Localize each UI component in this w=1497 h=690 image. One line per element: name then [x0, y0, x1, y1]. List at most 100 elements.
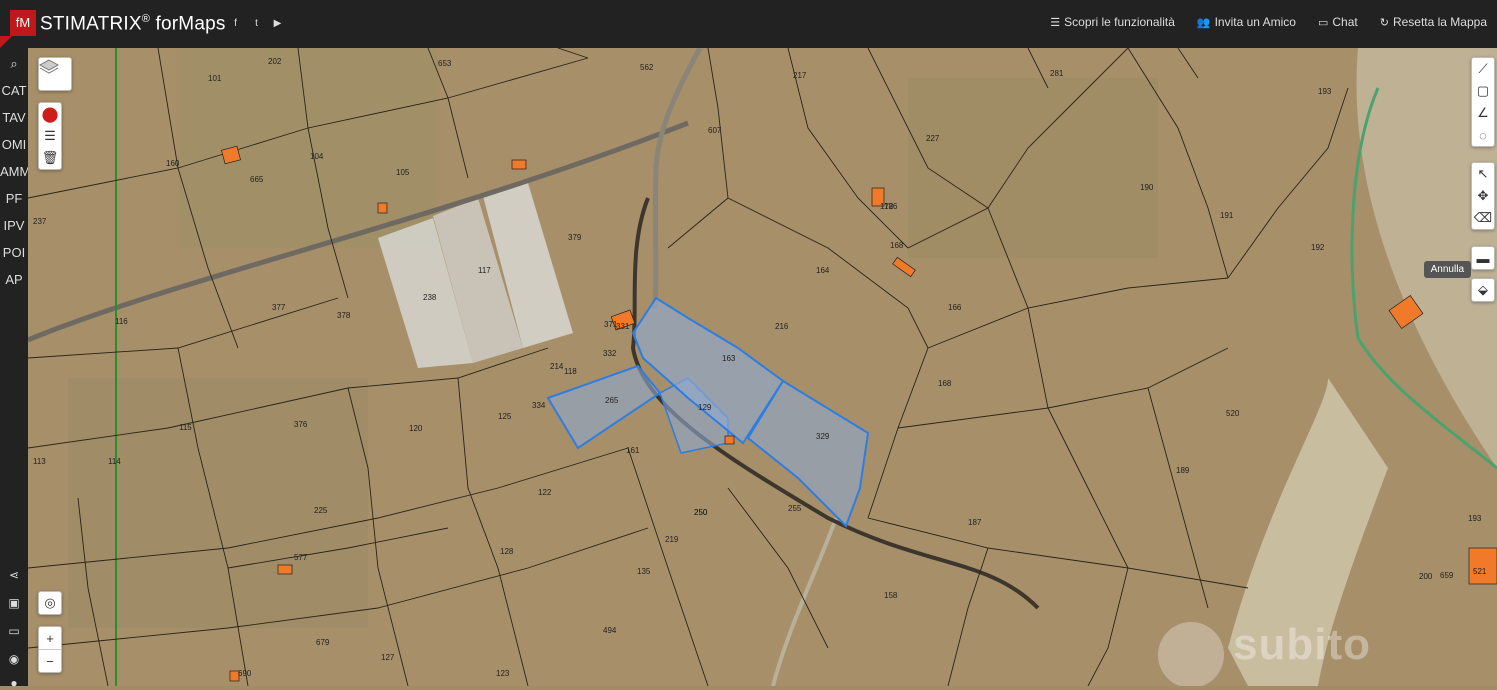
parcel-label: 653	[438, 59, 452, 68]
nav-reset[interactable]: ↻ Resetta la Mappa	[1380, 15, 1487, 29]
move-icon: ✥	[1477, 188, 1489, 203]
edit-button[interactable]: ↖	[1472, 163, 1494, 185]
building-2	[377, 202, 388, 214]
parcel-label: 679	[316, 638, 330, 647]
map-view[interactable]: 202 101 653 562 217 281 193 160 665 104 105 607 227 2…	[28, 48, 1497, 686]
parcel-label: 237	[33, 217, 47, 226]
eye-icon[interactable]: ◉	[0, 652, 28, 666]
nav-features[interactable]: ☰ Scopri le funzionalità	[1050, 15, 1175, 29]
folder-icon[interactable]: ▭	[0, 624, 28, 638]
delete-button[interactable]: 🗑	[39, 147, 61, 169]
twitter-icon[interactable]: t	[251, 18, 262, 29]
sidebar-item-tav[interactable]: TAV	[0, 104, 28, 131]
parcel-label: 193	[1468, 514, 1482, 523]
marker-button[interactable]: ⬤	[39, 103, 61, 125]
parcel-label: 659	[1440, 571, 1454, 580]
map-pin-icon: ⬤	[41, 106, 59, 123]
parcel-label: 520	[1226, 409, 1240, 418]
sidebar-item-poi[interactable]: POI	[0, 239, 28, 266]
parcel-label: 160	[166, 159, 180, 168]
map-canvas[interactable]: 202 101 653 562 217 281 193 160 665 104 105 607 227 2…	[28, 48, 1497, 686]
parcel-label: 281	[1050, 69, 1064, 78]
measure-line-button[interactable]: ⟋	[1472, 58, 1494, 80]
parcel-label: 158	[884, 591, 898, 600]
parcel-label: 114	[108, 457, 121, 466]
settings-icon[interactable]: ●	[0, 676, 28, 690]
parcel-label: 168	[938, 379, 952, 388]
parcel-label: 371	[604, 320, 618, 329]
building-8	[1468, 547, 1497, 585]
parcel-label: 331	[616, 322, 630, 331]
parcel-label: 115	[179, 423, 192, 432]
ruler-button[interactable]: ▬	[1471, 246, 1495, 270]
zoom-out-button[interactable]: −	[39, 650, 61, 672]
parcel-label: 163	[722, 354, 736, 363]
parcel-label: 329	[816, 432, 830, 441]
sidebar-item-pf[interactable]: PF	[0, 185, 28, 212]
youtube-icon[interactable]: ▶	[272, 18, 283, 29]
users-icon: 👥	[1196, 16, 1211, 29]
nav-invite-label: Invita un Amico	[1214, 15, 1296, 29]
undo-button[interactable]: ⌫	[1472, 207, 1494, 229]
fill-button[interactable]: ⬙	[1471, 278, 1495, 302]
paint-bucket-icon: ⬙	[1478, 282, 1488, 297]
measure-area-button[interactable]: ▢	[1472, 80, 1494, 102]
watermark-text: subito	[1233, 620, 1371, 669]
brand-suffix: forMaps	[150, 13, 226, 35]
measure-toolbar: ⟋ ▢ ∠ ◌	[1471, 57, 1495, 147]
parcel-label: 216	[775, 322, 789, 331]
polygon-icon: ▢	[1476, 83, 1490, 98]
circle-icon: ◌	[1479, 127, 1487, 143]
list-icon: ☰	[1050, 16, 1061, 29]
locate-button[interactable]: ◎	[38, 591, 62, 615]
sidebar-item-omi[interactable]: OMI	[0, 131, 28, 158]
parcel-label: 334	[532, 401, 546, 410]
parcel-label: 122	[538, 488, 552, 497]
parcel-label: 238	[423, 293, 437, 302]
eraser-icon: ⌫	[1473, 210, 1493, 225]
field-area-3	[68, 378, 368, 628]
brand-reg: ®	[141, 13, 151, 25]
parcel-label: 125	[498, 412, 512, 421]
chat-icon: ▭	[1317, 16, 1329, 29]
zoom-in-button[interactable]: +	[39, 627, 61, 650]
parcel-label: 577	[294, 553, 308, 562]
app-logo[interactable]: fM	[10, 10, 36, 36]
nav-chat-label: Chat	[1332, 15, 1358, 29]
parcel-label: 104	[310, 152, 324, 161]
parcel-label: 332	[603, 349, 617, 358]
undo-tooltip: Annulla	[1423, 261, 1471, 278]
parcel-label: 202	[268, 57, 282, 66]
move-button[interactable]: ✥	[1472, 185, 1494, 207]
parcel-label: 376	[294, 420, 308, 429]
sidebar-item-amm[interactable]: AMM	[0, 158, 30, 185]
search-icon[interactable]: ⌕	[0, 50, 28, 77]
parcel-label: 164	[816, 266, 830, 275]
measure-circle-button[interactable]: ◌	[1472, 124, 1494, 146]
parcel-label: 127	[381, 653, 395, 662]
trash-icon: 🗑	[41, 150, 59, 165]
brand-title: STIMATRIX® forMaps	[40, 13, 226, 35]
nav-invite[interactable]: 👥 Invita un Amico	[1197, 15, 1296, 29]
logo-fold	[0, 36, 12, 48]
parcel-label: 190	[1140, 183, 1154, 192]
sidebar-item-cat[interactable]: CAT	[0, 77, 28, 104]
share-icon[interactable]: ⋖	[0, 568, 28, 582]
list-button[interactable]: ☰	[39, 125, 61, 147]
top-bar: fM STIMATRIX® forMaps f t ▶ ☰ Scopri le f…	[0, 0, 1497, 49]
angle-icon: ∠	[1477, 105, 1489, 120]
save-icon[interactable]: ▣	[0, 596, 28, 610]
parcel-label: 123	[496, 669, 510, 678]
parcel-label: 186	[884, 202, 898, 211]
layers-button[interactable]	[38, 57, 72, 91]
line-icon: ⟋	[1478, 61, 1488, 76]
parcel-label: 120	[409, 424, 423, 433]
facebook-icon[interactable]: f	[230, 18, 241, 29]
parcel-label: 101	[208, 74, 222, 83]
sidebar-item-ap[interactable]: AP	[0, 266, 28, 293]
parcel-label: 116	[115, 317, 128, 326]
nav-chat[interactable]: ▭ Chat	[1318, 15, 1358, 29]
sidebar-item-ipv[interactable]: IPV	[0, 212, 28, 239]
measure-angle-button[interactable]: ∠	[1472, 102, 1494, 124]
building-3	[511, 159, 527, 170]
